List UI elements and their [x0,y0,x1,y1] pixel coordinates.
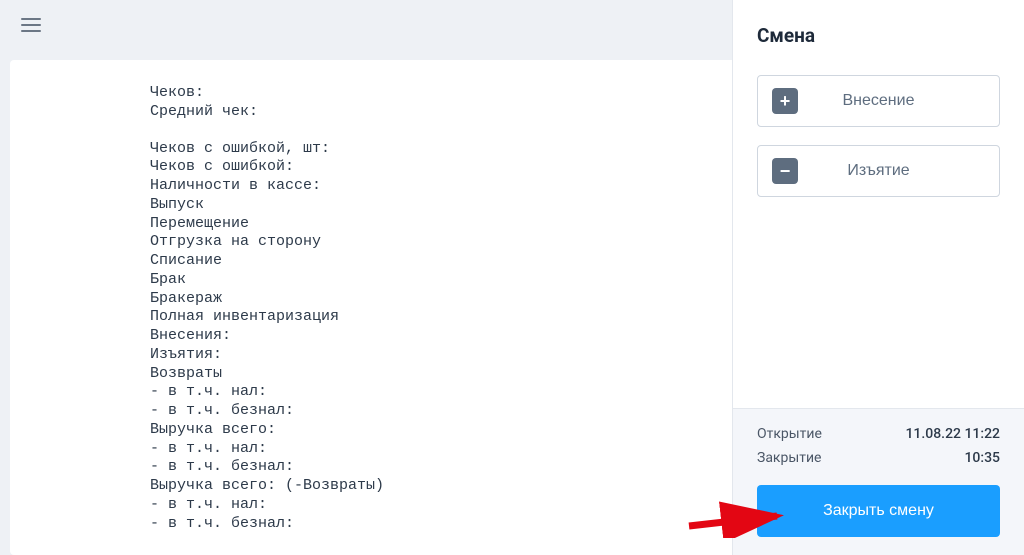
withdraw-button-label: Изъятие [798,162,999,180]
receipt-row-label: Изъятия: [150,346,803,365]
open-time-value: 11.08.22 11:22 [905,423,1000,447]
receipt-row-label: Отгрузка на сторону [150,233,821,252]
receipt-row-label: Чеков с ошибкой: [150,158,821,177]
receipt-row-label: Полная инвентаризация [150,308,821,327]
receipt-row-label: Бракераж [150,290,821,309]
close-time-value: 10:35 [964,447,1000,471]
close-time-row: Закрытие 10:35 [757,447,1000,471]
close-shift-button[interactable]: Закрыть смену [757,485,1000,537]
panel-title: Смена [733,0,1024,63]
withdraw-button[interactable]: − Изъятие [757,145,1000,197]
receipt-row-label: Перемещение [150,215,821,234]
open-time-row: Открытие 11.08.22 11:22 [757,423,1000,447]
receipt-row-label: - в т.ч. нал: [150,383,821,402]
deposit-button-label: Внесение [798,92,999,110]
plus-icon: + [772,88,798,114]
receipt-row-label: Возвраты [150,365,821,384]
hamburger-menu-button[interactable] [15,12,47,38]
close-time-label: Закрытие [757,447,821,471]
minus-icon: − [772,158,798,184]
open-time-label: Открытие [757,423,822,447]
receipt-row-label: Выпуск [150,196,821,215]
receipt-row-label: Внесения: [150,327,794,346]
deposit-button[interactable]: + Внесение [757,75,1000,127]
receipt-row-label: Брак [150,271,821,290]
receipt-row-label: - в т.ч. безнал: [150,402,821,421]
receipt-row-label: Средний чек: [150,103,803,122]
receipt-row-label: Списание [150,252,821,271]
shift-side-panel: Смена + Внесение − Изъятие Открытие 11.0… [732,0,1024,555]
